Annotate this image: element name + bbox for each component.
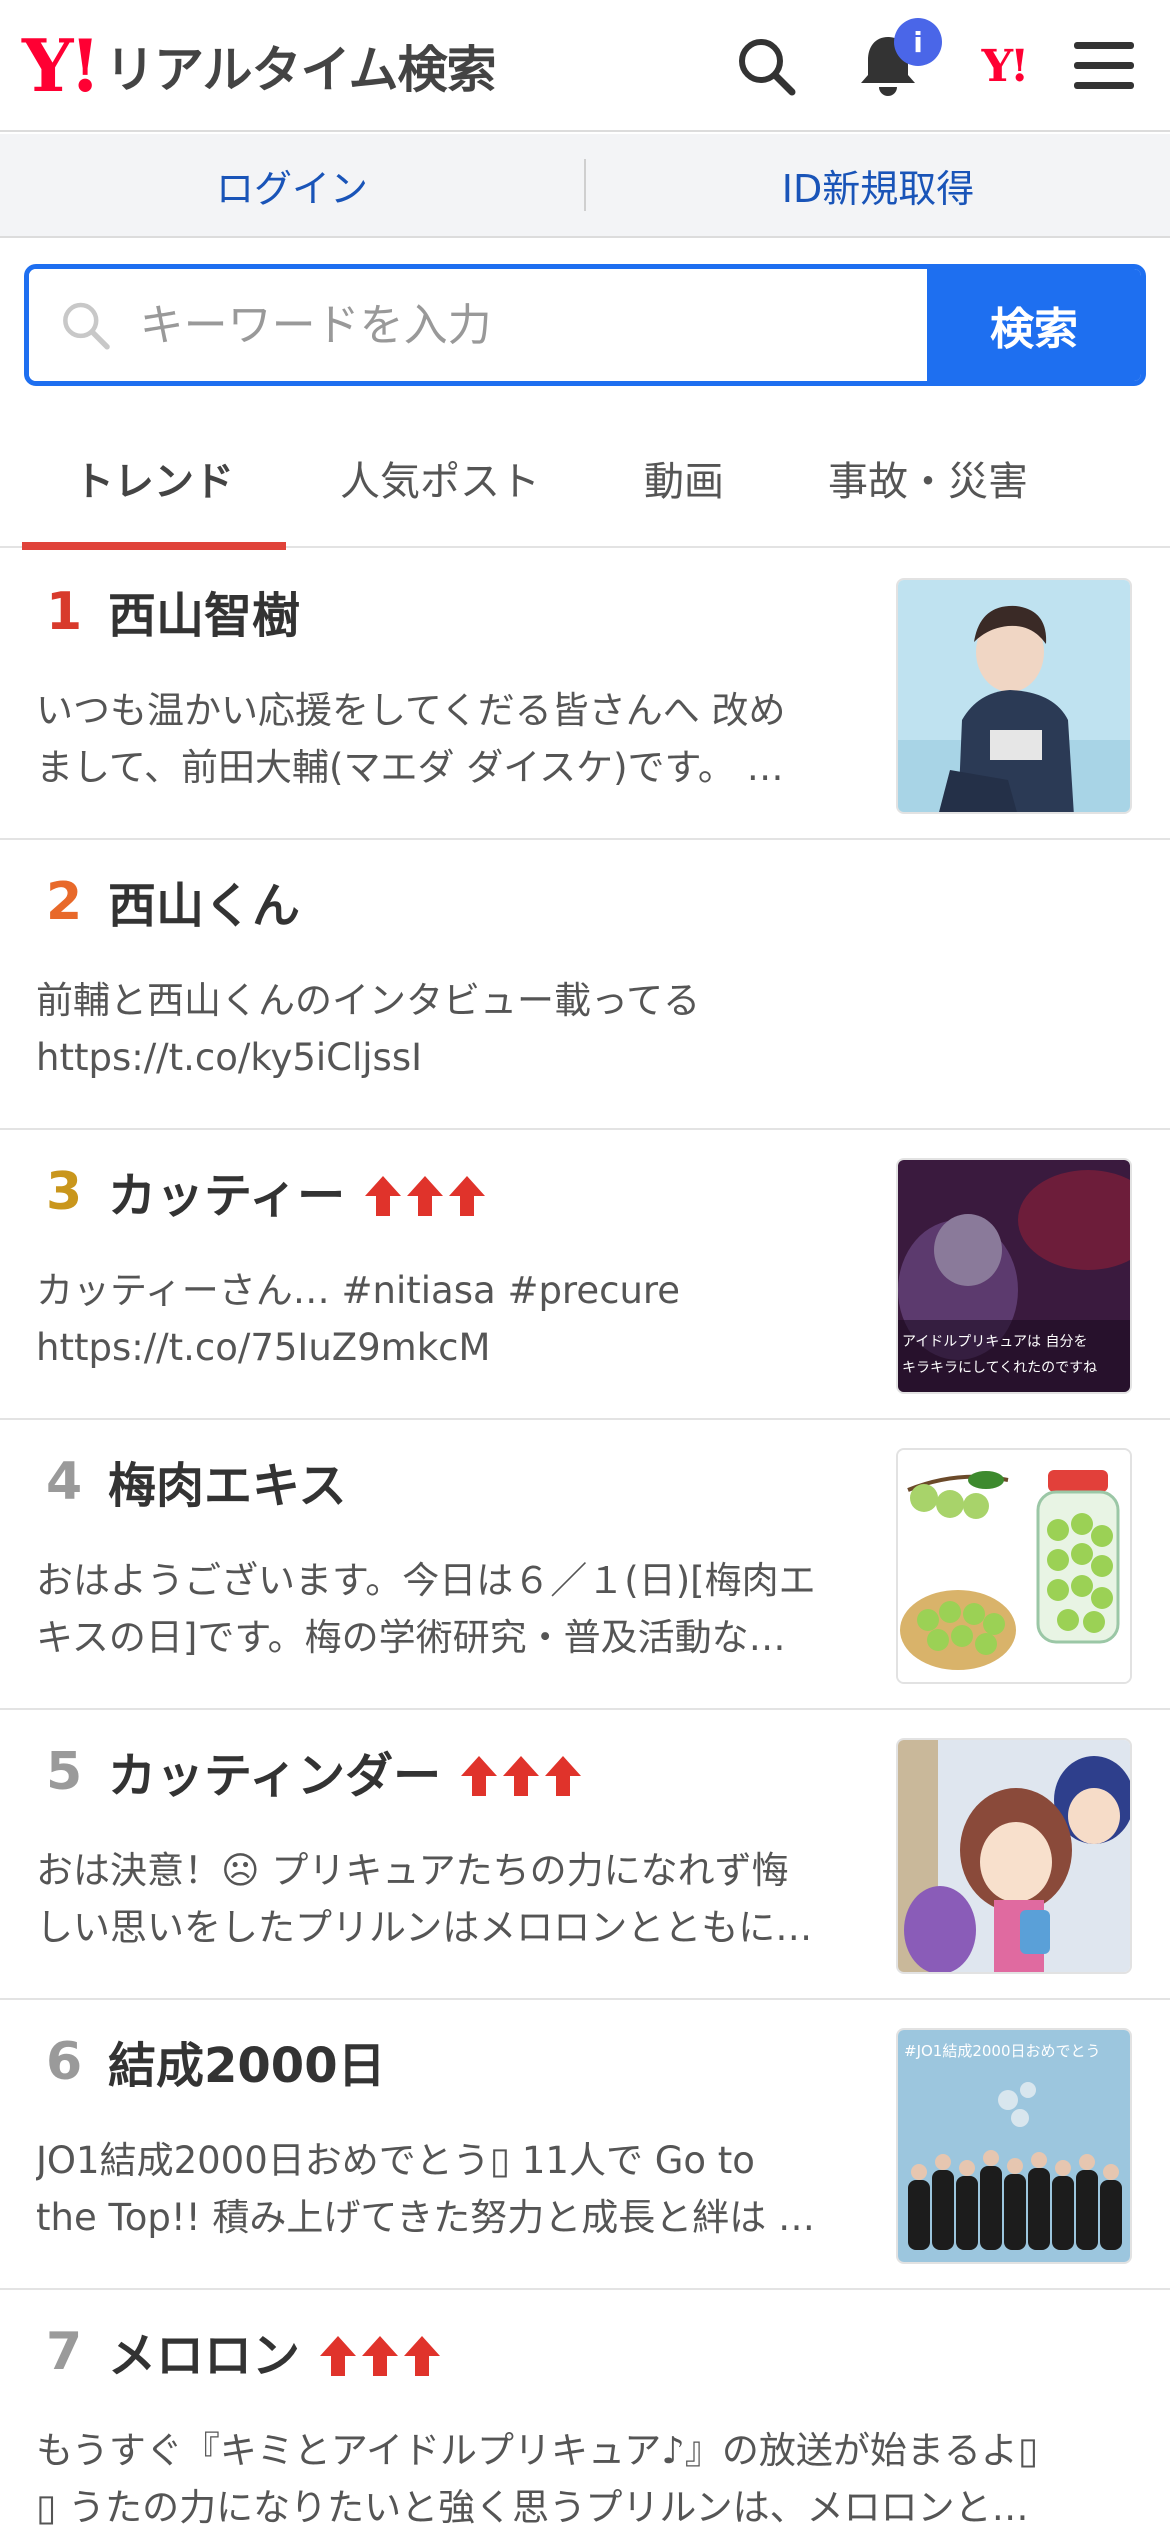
trend-thumbnail: アイドルプリキュアは 自分を キラキラにしてくれたのですね [896,1158,1132,1394]
thumbnail-caption: キラキラにしてくれたのですね [902,1360,1097,1376]
trend-item-1[interactable]: 1 西山智樹 いつも温かい応援をしてくだる皆さんへ 改め まして、前田大輔(マエ… [0,550,1170,840]
notification-badge: i [894,18,942,66]
trend-item-2[interactable]: 2 西山くん 前輔と西山くんのインタビュー載ってる https://t.co/k… [0,840,1170,1130]
yahoo-realtime-logo[interactable]: Y! リアルタイム検索 [22,23,497,108]
description-line: https://t.co/ky5iCljssI [36,1036,423,1079]
notification-button[interactable]: i [852,18,942,102]
trend-thumbnail [896,1738,1132,1974]
rank-number: 2 [46,872,83,932]
description-line: おは決意！☹ プリキュアたちの力になれず悔 [36,1849,789,1892]
trend-title-text: カッティンダー [108,1748,442,1804]
tab-videos[interactable]: 動画 [600,410,768,546]
yahoo-icon: Y! [981,40,1030,92]
trend-item-5[interactable]: 5 カッティンダー おは決意！☹ プリキュアたちの力になれず悔 しい思いをしたプ… [0,1710,1170,2000]
trend-title: メロロン [108,2324,444,2388]
description-line: 前輔と西山くんのインタビュー載ってる [36,979,701,1022]
login-link[interactable]: ログイン [0,158,584,213]
search-input[interactable] [139,299,927,351]
trend-title-text: 結成2000日 [108,2038,386,2094]
login-bar: ログイン ID新規取得 [0,134,1170,238]
description-line: もうすぐ『キミとアイドルプリキュア♪』の放送が始まるよ▯ [36,2429,1039,2472]
trend-description: おはようございます。今日は６／１(日)[梅肉エ キスの日]です。梅の学術研究・普… [36,1552,866,1666]
description-line: しい思いをしたプリルンはメロロンとともに… [36,1906,813,1949]
trend-thumbnail [896,578,1132,814]
rank-number: 4 [46,1452,83,1512]
trend-description: JO1結成2000日おめでとう▯ 11人で Go to the Top!! 積み… [36,2132,866,2246]
trend-description: おは決意！☹ プリキュアたちの力になれず悔 しい思いをしたプリルンはメロロンとと… [36,1842,866,1956]
tab-trend[interactable]: トレンド [22,410,286,550]
description-line: カッティーさん… #nitiasa #precure [36,1269,681,1312]
trend-title: 西山くん [108,874,300,938]
search-icon[interactable] [730,30,802,102]
trend-title-text: メロロン [108,2328,301,2384]
thumbnail-caption: アイドルプリキュアは 自分を [902,1334,1087,1350]
rank-number: 5 [46,1742,83,1802]
rank-number: 6 [46,2032,83,2092]
trend-item-4[interactable]: 4 梅肉エキス おはようございます。今日は６／１(日)[梅肉エ キスの日]です。… [0,1420,1170,1710]
thumbnail-caption: #JO1結成2000日おめでとう [904,2042,1101,2060]
description-line: the Top!! 積み上げてきた努力と成長と絆は … [36,2196,815,2239]
logo-mark: Y! [22,23,101,108]
trend-title: 西山智樹 [108,584,300,648]
trend-thumbnail [896,1448,1132,1684]
description-line: ▯ うたの力になりたいと強く思うプリルンは、メロロンと… [36,2486,1029,2529]
search-field[interactable] [29,269,927,381]
description-line: https://t.co/75IuZ9mkcM [36,1326,491,1369]
search-icon [63,302,110,350]
trend-item-7[interactable]: 7 メロロン もうすぐ『キミとアイドルプリキュア♪』の放送が始まるよ▯ ▯ うた… [0,2290,1170,2532]
trend-title-text: 西山くん [108,878,301,934]
trend-title: 梅肉エキス [108,1454,347,1518]
category-tabs: トレンド 人気ポスト 動画 事故・災害 [0,410,1170,550]
rank-number: 3 [46,1162,83,1222]
menu-icon[interactable] [1068,30,1140,102]
search-form: 検索 [24,264,1146,386]
trend-item-6[interactable]: 6 結成2000日 JO1結成2000日おめでとう▯ 11人で Go to th… [0,2000,1170,2290]
description-line: まして、前田大輔(マエダ ダイスケ)です。 … [36,746,784,789]
rank-number: 1 [46,582,83,642]
trend-description: もうすぐ『キミとアイドルプリキュア♪』の放送が始まるよ▯ ▯ うたの力になりたい… [36,2422,1136,2532]
app-header: Y! リアルタイム検索 i Y! [0,0,1170,132]
rank-number: 7 [46,2322,83,2382]
logo-text: リアルタイム検索 [105,41,496,99]
tab-accidents-disasters[interactable]: 事故・災害 [800,410,1056,546]
description-line: キスの日]です。梅の学術研究・普及活動な… [36,1616,786,1659]
search-button[interactable]: 検索 [927,269,1141,381]
rising-trend-icon [363,1174,489,1218]
trend-description: カッティーさん… #nitiasa #precure https://t.co/… [36,1262,866,1376]
trend-title-text: 梅肉エキス [108,1458,347,1514]
description-line: JO1結成2000日おめでとう▯ 11人で Go to [36,2139,755,2182]
trend-title: カッティー [108,1164,489,1228]
description-line: おはようございます。今日は６／１(日)[梅肉エ [36,1559,816,1602]
trend-title: 結成2000日 [108,2034,386,2098]
yahoo-top-link[interactable]: Y! [968,30,1040,102]
trend-description: いつも温かい応援をしてくだる皆さんへ 改め まして、前田大輔(マエダ ダイスケ)… [36,682,866,796]
rising-trend-icon [318,2334,444,2378]
trend-title-text: カッティー [108,1168,346,1224]
trend-title-text: 西山智樹 [108,588,301,644]
signup-link[interactable]: ID新規取得 [586,158,1170,213]
rising-trend-icon [459,1754,585,1798]
trend-title: カッティンダー [108,1744,585,1808]
trend-item-3[interactable]: 3 カッティー カッティーさん… #nitiasa #precure https… [0,1130,1170,1420]
trend-thumbnail: #JO1結成2000日おめでとう [896,2028,1132,2264]
description-line: いつも温かい応援をしてくだる皆さんへ 改め [36,689,786,732]
trend-description: 前輔と西山くんのインタビュー載ってる https://t.co/ky5iCljs… [36,972,1136,1086]
tab-popular-posts[interactable]: 人気ポスト [310,410,570,546]
